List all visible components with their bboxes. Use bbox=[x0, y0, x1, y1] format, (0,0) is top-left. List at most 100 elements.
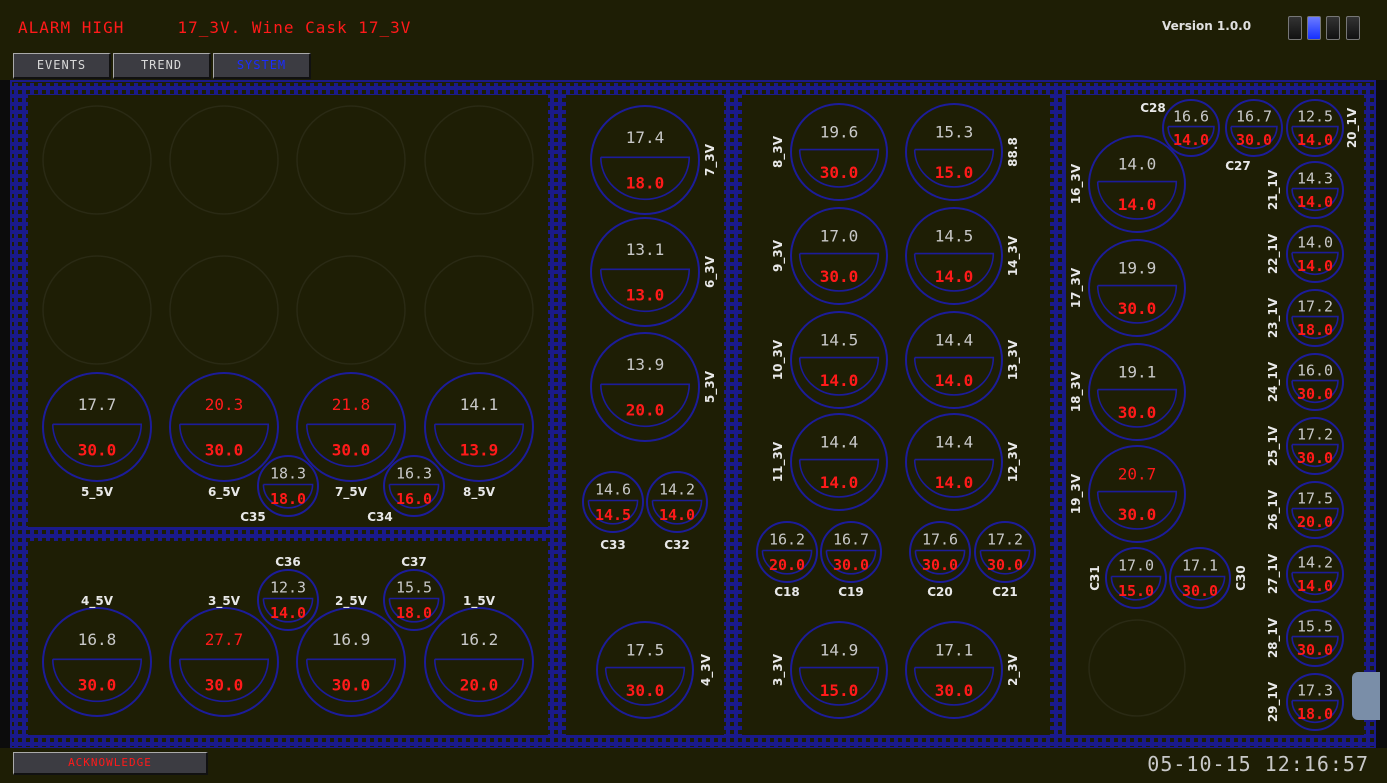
tank-gauge[interactable]: 13.1 13.0 6_3V bbox=[590, 217, 718, 327]
tank-label: 29_1V bbox=[1266, 681, 1281, 722]
tank-gauge[interactable]: 14.9 15.0 3_3V bbox=[771, 621, 888, 719]
tank-temperature: 14.2 bbox=[659, 481, 695, 499]
tank-outline bbox=[42, 372, 152, 482]
tank-outline bbox=[169, 607, 279, 717]
tank-setpoint: 14.0 bbox=[935, 473, 974, 492]
tank-gauge[interactable]: 14.2 14.0 27_1V bbox=[1266, 545, 1344, 603]
tank-gauge[interactable]: 15.5 30.0 28_1V bbox=[1266, 609, 1344, 667]
tank-setpoint: 30.0 bbox=[1118, 299, 1157, 318]
tank-temperature: 14.4 bbox=[935, 432, 974, 451]
remote-support-tab[interactable] bbox=[1352, 672, 1380, 720]
tank-outline bbox=[790, 413, 888, 511]
tank-gauge[interactable]: 16.7 30.0 C27 bbox=[1225, 99, 1283, 173]
tank-temperature: 16.6 bbox=[1173, 107, 1209, 125]
tank-gauge[interactable]: 14.0 14.0 16_3V bbox=[1069, 135, 1186, 233]
empty-tank-slot bbox=[1088, 619, 1186, 717]
tank-gauge[interactable]: 17.6 30.0 C20 bbox=[909, 521, 971, 599]
tank-temperature: 15.5 bbox=[1297, 617, 1333, 635]
tank-outline bbox=[1088, 445, 1186, 543]
tank-setpoint: 14.5 bbox=[595, 506, 631, 524]
tank-setpoint: 30.0 bbox=[820, 267, 859, 286]
tank-gauge[interactable]: 14.5 14.0 14_3V bbox=[905, 207, 1021, 305]
tank-setpoint: 14.0 bbox=[1118, 195, 1157, 214]
empty-tank-slot bbox=[424, 105, 534, 215]
tank-label: C18 bbox=[774, 585, 800, 599]
tank-setpoint: 14.0 bbox=[1297, 131, 1333, 149]
tank-gauge[interactable]: 17.0 30.0 9_3V bbox=[771, 207, 888, 305]
tank-gauge[interactable]: 16.2 20.0 C18 bbox=[756, 521, 818, 599]
tank-label: 4_5V bbox=[81, 594, 114, 609]
tank-gauge[interactable]: 14.6 14.5 C33 bbox=[582, 471, 644, 552]
tank-label: 3_3V bbox=[771, 653, 786, 686]
tank-setpoint: 30.0 bbox=[205, 440, 244, 459]
tank-gauge[interactable]: 17.2 30.0 25_1V bbox=[1266, 417, 1344, 475]
tank-gauge[interactable]: 15.3 15.0 88.8 bbox=[905, 103, 1020, 201]
tank-outline bbox=[296, 607, 406, 717]
tank-label: 20_1V bbox=[1345, 107, 1360, 148]
tank-gauges: 17.7 30.0 5_5V 20.3 30.0 6_5V 21.8 30.0 7_5V 14.1… bbox=[42, 99, 1360, 731]
tank-setpoint: 30.0 bbox=[1297, 385, 1333, 403]
tank-label: 2_3V bbox=[1006, 653, 1021, 686]
tank-outline bbox=[590, 105, 700, 215]
tank-setpoint: 30.0 bbox=[626, 681, 665, 700]
tank-gauge[interactable]: 17.4 18.0 7_3V bbox=[590, 105, 718, 215]
tank-gauge[interactable]: 12.3 14.0 C36 bbox=[257, 555, 319, 631]
tank-outline bbox=[905, 207, 1003, 305]
tank-gauge[interactable]: 16.0 30.0 24_1V bbox=[1266, 353, 1344, 411]
tank-gauge[interactable]: 17.2 18.0 23_1V bbox=[1266, 289, 1344, 347]
tank-gauge[interactable]: 14.4 14.0 12_3V bbox=[905, 413, 1021, 511]
acknowledge-button[interactable]: ACKNOWLEDGE bbox=[13, 752, 208, 775]
tank-setpoint: 30.0 bbox=[833, 556, 869, 574]
tank-gauge[interactable]: 14.3 14.0 21_1V bbox=[1266, 161, 1344, 219]
tank-gauge[interactable]: 19.9 30.0 17_3V bbox=[1069, 239, 1186, 337]
tank-gauge[interactable]: 15.5 18.0 C37 bbox=[383, 555, 445, 631]
tank-setpoint: 30.0 bbox=[1182, 582, 1218, 600]
tank-setpoint: 14.0 bbox=[820, 473, 859, 492]
tank-temperature: 17.5 bbox=[626, 640, 665, 659]
tank-setpoint: 30.0 bbox=[935, 681, 974, 700]
tank-temperature: 12.5 bbox=[1297, 107, 1333, 125]
tank-label: 7_3V bbox=[703, 143, 718, 176]
tank-gauge[interactable]: 17.3 18.0 29_1V bbox=[1266, 673, 1344, 731]
tank-temperature: 16.2 bbox=[460, 630, 499, 649]
tank-label: C30 bbox=[1234, 565, 1248, 591]
tank-gauge[interactable]: 17.7 30.0 5_5V bbox=[42, 372, 152, 500]
tank-temperature: 17.0 bbox=[1118, 557, 1154, 575]
tank-gauge[interactable]: 14.0 14.0 22_1V bbox=[1266, 225, 1344, 283]
tank-gauge[interactable]: 14.2 14.0 C32 bbox=[646, 471, 708, 552]
tank-temperature: 17.2 bbox=[1297, 425, 1333, 443]
tank-temperature: 27.7 bbox=[205, 630, 244, 649]
tank-label: C32 bbox=[664, 538, 690, 552]
tank-gauge[interactable]: 12.5 14.0 20_1V bbox=[1286, 99, 1360, 157]
tank-gauge[interactable]: 17.1 30.0 2_3V bbox=[905, 621, 1021, 719]
tank-label: 22_1V bbox=[1266, 233, 1281, 274]
tank-temperature: 17.2 bbox=[1297, 297, 1333, 315]
tank-gauge[interactable]: 14.4 14.0 13_3V bbox=[905, 311, 1021, 409]
tank-gauge[interactable]: 13.9 20.0 5_3V bbox=[590, 332, 718, 442]
tank-gauge[interactable]: 19.6 30.0 8_3V bbox=[771, 103, 888, 201]
tank-outline bbox=[590, 217, 700, 327]
tank-outline bbox=[790, 207, 888, 305]
tank-temperature: 14.5 bbox=[820, 330, 859, 349]
tank-label: 10_3V bbox=[771, 339, 786, 380]
tank-gauge[interactable]: 16.7 30.0 C19 bbox=[820, 521, 882, 599]
tank-gauge[interactable]: 16.8 30.0 4_5V bbox=[42, 594, 152, 717]
tank-gauge[interactable]: 17.1 30.0 C30 bbox=[1169, 547, 1248, 609]
tank-gauge[interactable]: 17.2 30.0 C21 bbox=[974, 521, 1036, 599]
tank-gauge[interactable]: 17.5 20.0 26_1V bbox=[1266, 481, 1344, 539]
tank-temperature: 14.6 bbox=[595, 481, 631, 499]
tank-gauge[interactable]: 14.4 14.0 11_3V bbox=[771, 413, 888, 511]
tank-gauge[interactable]: 19.1 30.0 18_3V bbox=[1069, 343, 1186, 441]
tank-gauge[interactable]: 14.5 14.0 10_3V bbox=[771, 311, 888, 409]
tank-gauge[interactable]: 20.7 30.0 19_3V bbox=[1069, 445, 1186, 543]
tank-label: 8_3V bbox=[771, 135, 786, 168]
tank-label: C19 bbox=[838, 585, 864, 599]
tank-temperature: 16.2 bbox=[769, 531, 805, 549]
tank-outline bbox=[169, 372, 279, 482]
tank-gauge[interactable]: 17.5 30.0 4_3V bbox=[596, 621, 714, 719]
tank-gauge[interactable]: 17.0 15.0 C31 bbox=[1088, 547, 1167, 609]
tank-label: 5_3V bbox=[703, 370, 718, 403]
tank-setpoint: 18.0 bbox=[270, 490, 306, 508]
tank-temperature: 14.4 bbox=[820, 432, 859, 451]
tank-setpoint: 30.0 bbox=[820, 163, 859, 182]
